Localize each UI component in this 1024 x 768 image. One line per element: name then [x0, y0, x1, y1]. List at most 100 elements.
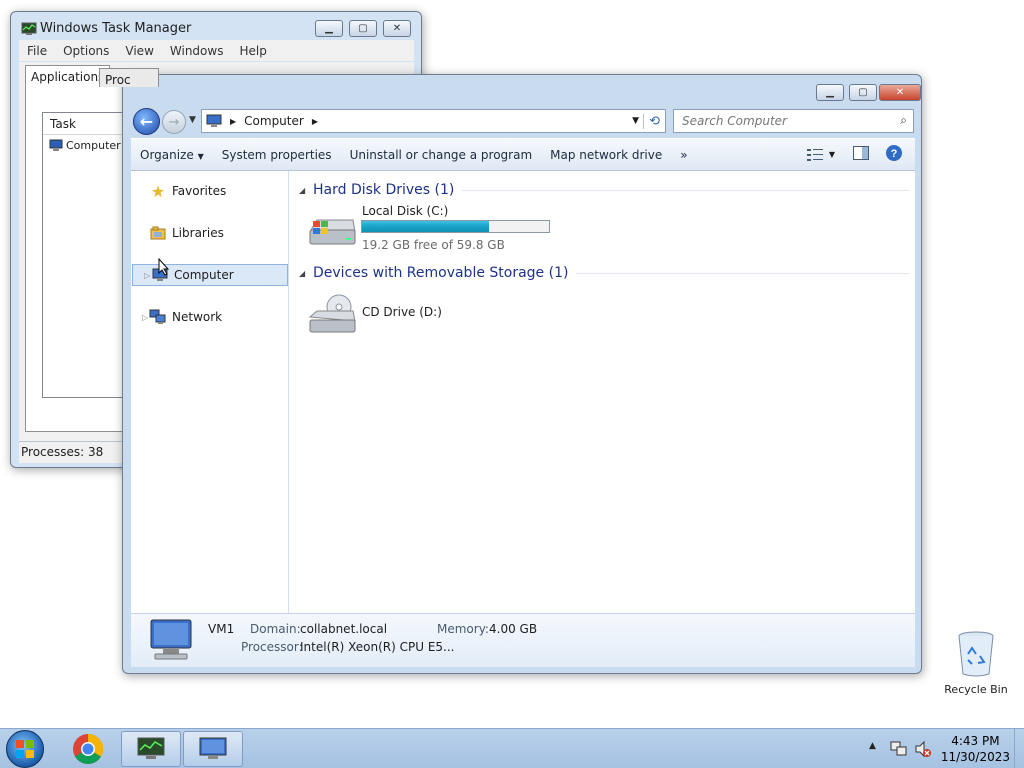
explorer-taskbar-button[interactable]: [183, 731, 243, 767]
close-icon: ✕: [392, 23, 402, 34]
list-item-label: Computer: [66, 139, 121, 152]
help-button[interactable]: ?: [881, 144, 915, 165]
preview-pane-button[interactable]: [841, 146, 881, 163]
drive-cd[interactable]: CD Drive (D:): [307, 289, 507, 339]
uninstall-program-button[interactable]: Uninstall or change a program: [341, 148, 542, 162]
system-properties-button[interactable]: System properties: [213, 148, 341, 162]
close-button[interactable]: ✕: [879, 84, 921, 101]
tab-applications[interactable]: Applications: [25, 65, 111, 87]
recycle-bin-label: Recycle Bin: [944, 683, 1008, 696]
group-removable-storage[interactable]: ◢ Devices with Removable Storage (1): [299, 263, 909, 283]
show-hidden-icons-button[interactable]: ▲: [869, 741, 876, 751]
refresh-icon[interactable]: ⟲: [643, 113, 665, 129]
forward-arrow-icon: →: [168, 114, 180, 130]
breadcrumb-arrow-icon[interactable]: ▶: [312, 117, 318, 126]
menu-windows[interactable]: Windows: [162, 44, 232, 58]
network-status-icon[interactable]: [890, 740, 908, 758]
close-icon: ✕: [895, 87, 905, 98]
recycle-bin-icon: [958, 631, 994, 677]
clock-time: 4:43 PM: [951, 734, 1000, 748]
menu-help[interactable]: Help: [231, 44, 274, 58]
search-placeholder: Search Computer: [682, 114, 787, 128]
drive-name: Local Disk (C:): [362, 204, 449, 218]
collapse-arrow-icon[interactable]: ◢: [299, 186, 313, 195]
nav-label: Favorites: [172, 184, 227, 198]
tab-processes[interactable]: Proc: [99, 68, 159, 87]
minimize-icon: ▁: [826, 87, 834, 98]
breadcrumb-arrow-icon[interactable]: ▶: [230, 117, 236, 126]
organize-button[interactable]: Organize ▼: [131, 148, 213, 162]
cd-drive-icon: [308, 294, 356, 333]
search-icon[interactable]: ⌕: [900, 113, 907, 128]
more-commands-button[interactable]: »: [671, 148, 696, 162]
expand-arrow-icon[interactable]: ▷: [142, 313, 148, 322]
close-button[interactable]: ✕: [383, 20, 411, 37]
computer-icon: [206, 114, 222, 127]
expand-arrow-icon[interactable]: ▷: [144, 271, 150, 280]
preview-pane-icon: [853, 146, 869, 160]
task-manager-taskbar-button[interactable]: [121, 731, 181, 767]
window-title: Windows Task Manager: [40, 21, 192, 36]
drive-free-space: 19.2 GB free of 59.8 GB: [362, 238, 505, 252]
star-icon: ★: [150, 181, 166, 201]
map-network-drive-button[interactable]: Map network drive: [541, 148, 671, 162]
menu-file[interactable]: File: [19, 44, 55, 58]
storage-bar-fill: [362, 221, 490, 232]
minimize-button[interactable]: ▁: [315, 20, 343, 37]
breadcrumb-computer[interactable]: Computer: [244, 114, 304, 128]
address-bar[interactable]: ▶ Computer ▶ ▼ ⟲: [201, 109, 666, 133]
group-divider: [576, 272, 909, 274]
content-area: ★ Favorites Libraries ▷ Computer ▷ Netwo…: [131, 171, 915, 613]
address-dropdown-icon[interactable]: ▼: [632, 116, 639, 126]
task-manager-icon: [137, 737, 165, 759]
menu-options[interactable]: Options: [55, 44, 117, 58]
recent-pages-button[interactable]: ▼: [189, 115, 196, 125]
group-hard-disk-drives[interactable]: ◢ Hard Disk Drives (1): [299, 180, 909, 200]
group-title: Hard Disk Drives (1): [313, 182, 455, 198]
nav-network[interactable]: ▷ Network: [131, 306, 289, 328]
domain-label: Domain:: [250, 622, 301, 636]
change-view-button[interactable]: ▼: [801, 148, 841, 162]
nav-computer[interactable]: ▷ Computer: [132, 264, 288, 286]
chevron-down-icon: ▼: [197, 151, 204, 161]
maximize-icon: ▢: [358, 23, 368, 34]
network-icon: [149, 308, 167, 326]
clock-date: 11/30/2023: [940, 750, 1010, 764]
chevron-down-icon: ▼: [189, 115, 196, 125]
search-input[interactable]: Search Computer ⌕: [673, 109, 914, 133]
start-button[interactable]: [6, 730, 44, 768]
volume-muted-icon[interactable]: [914, 740, 932, 758]
minimize-button[interactable]: ▁: [816, 84, 844, 101]
help-icon: ?: [886, 145, 902, 161]
computer-icon: [199, 737, 227, 759]
chrome-taskbar-button[interactable]: [66, 731, 110, 767]
organize-label: Organize: [140, 147, 194, 162]
memory-label: Memory:: [437, 622, 489, 636]
libraries-icon: [149, 224, 167, 242]
navigation-bar: ← → ▼ ▶ Computer ▶ ▼ ⟲ Search Computer ⌕: [131, 107, 915, 137]
taskbar: ▲ 4:43 PM 11/30/2023: [0, 728, 1024, 768]
nav-favorites[interactable]: ★ Favorites: [131, 180, 289, 202]
drive-local-disk[interactable]: Local Disk (C:) 19.2 GB free of 59.8 GB: [307, 204, 567, 254]
nav-label: Libraries: [172, 226, 224, 240]
back-button[interactable]: ←: [133, 108, 160, 135]
collapse-arrow-icon[interactable]: ◢: [299, 269, 313, 278]
computer-icon: [49, 139, 63, 151]
maximize-button[interactable]: ▢: [349, 20, 377, 37]
computer-icon: [150, 619, 192, 660]
processor-value: Intel(R) Xeon(R) CPU E5...: [300, 640, 455, 654]
show-desktop-button[interactable]: [1014, 729, 1024, 768]
recycle-bin-shortcut[interactable]: Recycle Bin: [942, 630, 1010, 702]
forward-button[interactable]: →: [162, 110, 186, 134]
menu-view[interactable]: View: [117, 44, 161, 58]
system-clock[interactable]: 4:43 PM 11/30/2023: [941, 733, 1010, 765]
back-arrow-icon: ←: [139, 112, 154, 131]
group-title: Devices with Removable Storage (1): [313, 265, 569, 281]
explorer-window[interactable]: ▁ ▢ ✕ ← → ▼ ▶ Computer ▶ ▼ ⟲ Search Comp…: [122, 74, 922, 674]
chevron-down-icon: ▼: [828, 150, 835, 159]
maximize-button[interactable]: ▢: [849, 84, 877, 101]
minimize-icon: ▁: [325, 23, 333, 34]
windows-logo-icon: [16, 740, 34, 758]
drive-name: CD Drive (D:): [362, 305, 442, 319]
nav-libraries[interactable]: Libraries: [131, 222, 289, 244]
